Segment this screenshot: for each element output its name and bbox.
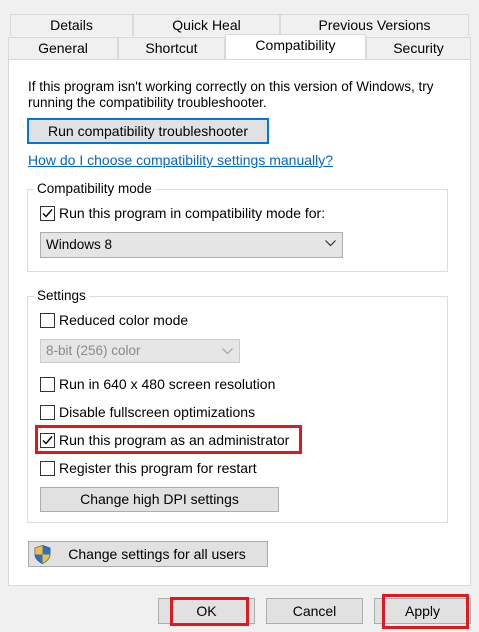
compat-mode-group	[27, 189, 448, 272]
settings-legend: Settings	[34, 288, 89, 304]
resolution-checkbox[interactable]	[40, 377, 55, 392]
color-depth-value: 8-bit (256) color	[46, 343, 141, 358]
ok-highlight-box	[170, 597, 249, 626]
apply-highlight-box	[382, 594, 469, 629]
intro-line-1: If this program isn't working correctly …	[28, 79, 434, 94]
manual-settings-link[interactable]: How do I choose compatibility settings m…	[28, 152, 333, 168]
chevron-down-icon	[325, 240, 336, 247]
tab-quick-heal[interactable]: Quick Heal	[133, 14, 280, 36]
run-troubleshooter-button[interactable]: Run compatibility troubleshooter	[27, 118, 269, 144]
cancel-button[interactable]: Cancel	[266, 598, 363, 624]
register-restart-label: Register this program for restart	[59, 460, 257, 476]
change-all-users-label: Change settings for all users	[68, 546, 246, 562]
compat-mode-label: Run this program in compatibility mode f…	[59, 205, 326, 221]
intro-text: If this program isn't working correctly …	[28, 79, 433, 111]
reduced-color-label: Reduced color mode	[59, 312, 189, 328]
uac-shield-icon	[34, 545, 51, 564]
tab-general[interactable]: General	[8, 37, 118, 59]
tab-previous-versions[interactable]: Previous Versions	[280, 14, 469, 36]
tab-security[interactable]: Security	[366, 37, 471, 59]
checkmark-icon	[42, 209, 53, 218]
chevron-down-icon	[222, 348, 233, 355]
compat-mode-checkbox[interactable]	[40, 206, 55, 221]
fullscreen-checkbox[interactable]	[40, 405, 55, 420]
admin-highlight-box	[35, 425, 302, 454]
compatibility-panel: If this program isn't working correctly …	[8, 59, 471, 586]
color-depth-select[interactable]: 8-bit (256) color	[40, 339, 240, 363]
resolution-label: Run in 640 x 480 screen resolution	[59, 376, 276, 392]
compat-mode-legend: Compatibility mode	[34, 181, 155, 197]
tab-shortcut[interactable]: Shortcut	[118, 37, 225, 59]
compat-os-value: Windows 8	[46, 237, 113, 252]
change-all-users-button[interactable]: Change settings for all users	[28, 541, 268, 567]
manual-settings-link-wrap: How do I choose compatibility settings m…	[28, 152, 333, 168]
tab-details[interactable]: Details	[10, 14, 133, 36]
tab-compatibility[interactable]: Compatibility	[225, 34, 366, 59]
intro-line-2: running the compatibility troubleshooter…	[28, 95, 267, 110]
change-dpi-button[interactable]: Change high DPI settings	[40, 487, 279, 512]
register-restart-checkbox[interactable]	[40, 461, 55, 476]
fullscreen-label: Disable fullscreen optimizations	[59, 404, 256, 420]
reduced-color-checkbox[interactable]	[40, 313, 55, 328]
compat-os-select[interactable]: Windows 8	[40, 232, 343, 258]
